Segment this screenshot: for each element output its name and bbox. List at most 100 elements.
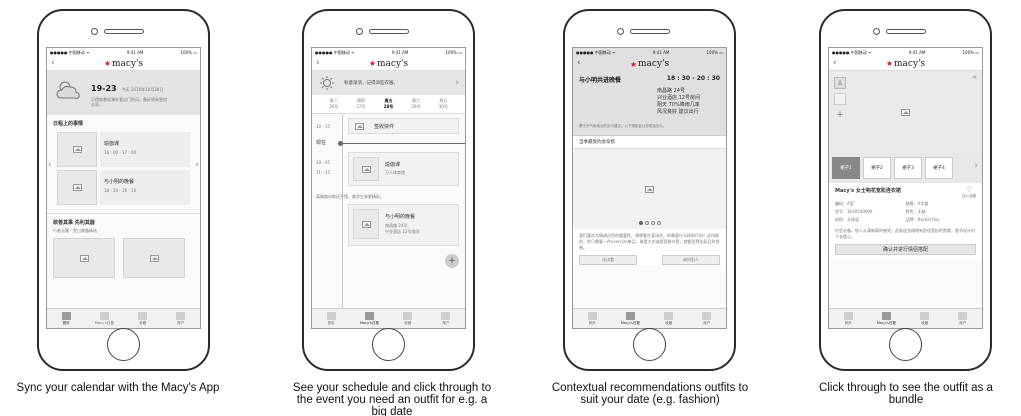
home-icon	[61, 311, 71, 320]
chevron-left-icon[interactable]: ‹	[48, 160, 52, 170]
product-info: Macy's 女士钩花宽松连衣裙 ♡ 加入收藏 编码：A型 规格：A字裙 货号：…	[829, 183, 982, 259]
day-cell[interactable]: 周日 30号	[439, 98, 448, 110]
home-button[interactable]	[372, 328, 405, 361]
day-cell[interactable]: 周三 26号	[329, 98, 338, 110]
battery-label: 100% ▭	[706, 50, 723, 55]
day-cell[interactable]: 周六 29号	[411, 98, 420, 110]
tab-account[interactable]: 账户	[427, 309, 465, 328]
outfit-option[interactable]: 裙子2	[863, 157, 891, 179]
account-icon	[702, 311, 712, 320]
phone-1: ●●●●● 中国移动 ᯤ 9:41 AM 100% ▭ ‹ ★ macy's 19…	[37, 9, 210, 371]
home-button[interactable]	[107, 328, 140, 361]
tab-daily[interactable]: Macy's日报	[85, 309, 123, 328]
share-icon[interactable]: ⋖	[972, 74, 977, 81]
tab-daily[interactable]: Macy's日报	[350, 309, 388, 328]
dot	[656, 221, 661, 225]
product-gallery[interactable]: ⋖ ♙ +	[829, 71, 982, 153]
clock: 9:41 AM	[126, 50, 144, 55]
chevron-right-icon[interactable]: ›	[455, 78, 459, 88]
thumbnail[interactable]	[834, 93, 846, 105]
camera	[617, 28, 624, 35]
tab-home[interactable]: 首页	[573, 309, 611, 328]
battery-label: 100% ▭	[962, 50, 979, 55]
outfit-option[interactable]: 裙子3	[894, 157, 922, 179]
recommendation-note: 基于天气和地点的出行建议，以下搭配会让你更加出众。	[579, 124, 667, 128]
event-card[interactable]: 瑜伽课 16 : 00 - 17 : 00	[57, 132, 190, 167]
now-line	[342, 143, 465, 144]
chevron-right-icon[interactable]: ›	[195, 160, 199, 170]
tab-daily[interactable]: Macy's日报	[611, 309, 649, 328]
back-icon[interactable]: ‹	[577, 58, 581, 68]
event-card[interactable]: 与小明的晚餐 18 : 30 - 20 : 30	[57, 170, 190, 205]
phone-2: ●●●●● 中国移动 ᯤ 9:41 AM 100% ▭ ‹ ★ macy's 秋意…	[302, 9, 475, 371]
tab-favorites[interactable]: 收藏	[124, 309, 162, 328]
event-address: 南昌路 24号	[657, 88, 685, 94]
image-icon	[901, 108, 910, 116]
confirm-pairing-button[interactable]: 确认并进行情侣搭配	[835, 244, 976, 255]
model-thumbnail[interactable]: ♙	[834, 77, 846, 89]
favorites-icon	[664, 311, 674, 320]
ask-others-button[interactable]: 询问别人	[662, 255, 720, 265]
back-icon[interactable]: ‹	[51, 58, 55, 68]
item-title: 与小明的晚餐	[385, 214, 416, 220]
star-icon: ★	[885, 59, 894, 68]
screen-outfit-bundle: ●●●●● 中国移动 ᯤ 9:41 AM 100% ▭ ‹ ★ macy's ⋖ …	[828, 47, 983, 329]
event-time: 16 : 00 - 17 : 00	[104, 150, 137, 155]
outfit-option-selected[interactable]: 裙子1	[832, 157, 860, 179]
item-location: 万人体育馆	[385, 170, 405, 175]
day-cell[interactable]: 周四 27号	[356, 98, 365, 110]
today-date: 今天 2016年10月28日	[121, 87, 164, 92]
account-icon	[958, 311, 968, 320]
product-image[interactable]	[123, 238, 185, 278]
nav-bar: ‹ ★ macy's	[312, 57, 465, 71]
image-icon	[645, 185, 654, 193]
back-icon[interactable]: ‹	[316, 58, 320, 68]
tab-home[interactable]: 首页	[312, 309, 350, 328]
account-icon	[176, 311, 186, 320]
tab-favorites[interactable]: 收藏	[389, 309, 427, 328]
weather-banner[interactable]: 秋意渐浓，记得添些衣服。 ›	[312, 71, 465, 95]
add-button[interactable]: +	[445, 254, 459, 268]
try-on-button[interactable]: 试试看	[579, 255, 637, 265]
home-button[interactable]	[633, 328, 666, 361]
favorite-button[interactable]: ♡ 加入收藏	[962, 187, 976, 199]
weather-card[interactable]: 19-23 今天 2016年10月28日 记得穿着轻薄外套出门防风，备好雨具更加…	[47, 71, 200, 115]
tab-daily[interactable]: Macy's日报	[867, 309, 905, 328]
tab-favorites[interactable]: 收藏	[650, 309, 688, 328]
sun-icon	[320, 76, 334, 90]
add-thumbnail-icon[interactable]: +	[834, 109, 846, 121]
timeline: 10 : 15 签收快件 现在 10 : 45 11 : 15 瑜伽课 万人体育…	[312, 114, 465, 314]
day-cell-selected[interactable]: 周五 28号	[384, 98, 394, 110]
carrier-label: ●●●●● 中国移动 ᯤ	[315, 49, 355, 55]
back-icon[interactable]: ‹	[833, 58, 837, 68]
tab-home[interactable]: 首页	[47, 309, 85, 328]
tab-bar: 首页 Macy's日报 收藏 账户	[312, 308, 465, 328]
tab-account[interactable]: 账户	[162, 309, 200, 328]
timeline-item[interactable]: 签收快件	[348, 118, 459, 134]
timeline-item[interactable]: 瑜伽课 万人体育馆	[348, 152, 459, 186]
item-title: 签收快件	[374, 123, 395, 130]
chevron-right-icon[interactable]: ›	[974, 161, 978, 171]
event-time: 18 : 30 - 20 : 30	[666, 75, 720, 82]
caption-2: See your schedule and click through to t…	[292, 382, 492, 416]
event-address: 兴业酒店 12号房间	[657, 95, 700, 101]
product-image[interactable]	[53, 238, 115, 278]
dot	[644, 221, 649, 225]
macys-logo: ★ macy's	[885, 58, 926, 69]
outfit-option[interactable]: 裙子4	[925, 157, 953, 179]
phone-4: ●●●●● 中国移动 ᯤ 9:41 AM 100% ▭ ‹ ★ macy's ⋖ …	[819, 9, 992, 371]
tab-account[interactable]: 账户	[944, 309, 982, 328]
timeline-item-date[interactable]: 与小明的晚餐 南昌路 24号 兴业酒店 12号房间	[348, 204, 459, 246]
storyboard: ●●●●● 中国移动 ᯤ 9:41 AM 100% ▭ ‹ ★ macy's 19…	[0, 0, 1021, 416]
tab-home[interactable]: 首页	[829, 309, 867, 328]
screen-schedule: ●●●●● 中国移动 ᯤ 9:41 AM 100% ▭ ‹ ★ macy's 秋意…	[311, 47, 466, 329]
weather-advice: 秋意渐浓，记得添些衣服。	[344, 81, 398, 86]
event-carousel: 瑜伽课 16 : 00 - 17 : 00 与小明的晚餐 18 : 30 - 2…	[48, 132, 199, 205]
speaker	[369, 29, 409, 34]
tab-favorites[interactable]: 收藏	[906, 309, 944, 328]
image-icon	[72, 146, 82, 153]
home-button[interactable]	[889, 328, 922, 361]
outfit-carousel[interactable]	[573, 149, 726, 229]
star-icon: ★	[103, 59, 112, 68]
tab-account[interactable]: 账户	[688, 309, 726, 328]
